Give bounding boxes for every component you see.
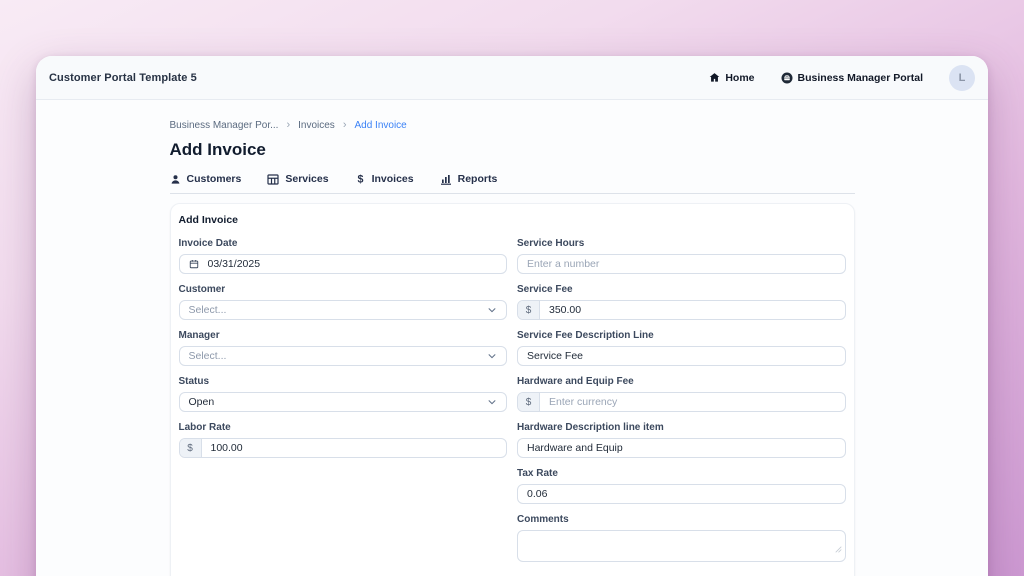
field-service-hours: Service Hours [517, 238, 846, 274]
breadcrumb: Business Manager Por... › Invoices › Add… [170, 119, 855, 131]
field-label: Service Fee Description Line [517, 330, 846, 342]
field-label: Comments [517, 514, 846, 526]
field-customer: Customer Select... [179, 284, 508, 320]
hardware-description-wrap [517, 438, 846, 458]
app-window: Customer Portal Template 5 Home Business… [36, 56, 988, 576]
tax-rate-input[interactable] [518, 485, 845, 503]
chevron-right-icon: › [286, 119, 290, 131]
chevron-down-icon [487, 305, 497, 315]
comments-textarea[interactable] [517, 530, 846, 562]
field-label: Tax Rate [517, 468, 846, 480]
breadcrumb-portal[interactable]: Business Manager Por... [170, 120, 279, 131]
hardware-fee-input[interactable] [540, 393, 845, 411]
breadcrumb-add-invoice[interactable]: Add Invoice [354, 120, 406, 131]
user-icon [170, 174, 181, 185]
customer-select-value: Select... [189, 304, 227, 316]
tab-label: Services [285, 173, 328, 185]
tab-label: Customers [187, 173, 242, 185]
form-column-right: Service Hours Service Fee $ [517, 238, 846, 572]
app-title: Customer Portal Template 5 [49, 72, 197, 84]
user-avatar[interactable]: L [949, 65, 975, 91]
chevron-down-icon [487, 351, 497, 361]
field-comments: Comments [517, 514, 846, 562]
field-status: Status Open [179, 376, 508, 412]
service-fee-input[interactable] [540, 301, 845, 319]
tax-rate-wrap [517, 484, 846, 504]
field-service-fee: Service Fee $ [517, 284, 846, 320]
field-service-fee-description: Service Fee Description Line [517, 330, 846, 366]
service-fee-description-wrap [517, 346, 846, 366]
nav-home[interactable]: Home [709, 72, 754, 84]
currency-prefix: $ [180, 439, 202, 457]
tab-label: Invoices [372, 173, 414, 185]
avatar-initial: L [959, 72, 966, 84]
tab-bar: Customers Services $ Invoices [170, 173, 855, 194]
card-title: Add Invoice [179, 214, 846, 226]
main-content: Business Manager Por... › Invoices › Add… [36, 100, 988, 576]
top-navigation: Home Business Manager Portal L [709, 65, 975, 91]
tab-invoices[interactable]: $ Invoices [355, 173, 414, 185]
field-invoice-date: Invoice Date [179, 238, 508, 274]
labor-rate-input[interactable] [202, 439, 507, 457]
customer-select[interactable]: Select... [179, 300, 508, 320]
page-title: Add Invoice [170, 140, 855, 160]
tab-customers[interactable]: Customers [170, 173, 242, 185]
field-hardware-description: Hardware Description line item [517, 422, 846, 458]
table-icon [267, 174, 279, 185]
chevron-down-icon [487, 397, 497, 407]
status-select[interactable]: Open [179, 392, 508, 412]
field-tax-rate: Tax Rate [517, 468, 846, 504]
breadcrumb-invoices[interactable]: Invoices [298, 120, 335, 131]
chevron-right-icon: › [343, 119, 347, 131]
invoice-date-input[interactable] [179, 254, 508, 274]
field-label: Manager [179, 330, 508, 342]
service-hours-input-wrap [517, 254, 846, 274]
field-label: Hardware and Equip Fee [517, 376, 846, 388]
tab-services[interactable]: Services [267, 173, 328, 185]
nav-portal-label: Business Manager Portal [798, 72, 923, 84]
hardware-description-input[interactable] [518, 439, 845, 457]
dollar-icon: $ [355, 173, 366, 185]
service-hours-input[interactable] [518, 255, 845, 273]
portal-icon [781, 72, 793, 84]
calendar-icon [189, 259, 199, 269]
nav-home-label: Home [725, 72, 754, 84]
labor-rate-input-group: $ [179, 438, 508, 458]
currency-prefix: $ [518, 393, 540, 411]
status-select-value: Open [189, 396, 215, 408]
form-column-left: Invoice Date Customer Select [179, 238, 508, 468]
hardware-fee-input-group: $ [517, 392, 846, 412]
field-label: Status [179, 376, 508, 388]
bar-chart-icon [440, 174, 452, 185]
field-label: Service Hours [517, 238, 846, 250]
nav-business-manager-portal[interactable]: Business Manager Portal [781, 72, 923, 84]
svg-text:$: $ [357, 173, 363, 185]
currency-prefix: $ [518, 301, 540, 319]
manager-select[interactable]: Select... [179, 346, 508, 366]
service-fee-description-input[interactable] [518, 347, 845, 365]
add-invoice-card: Add Invoice Invoice Date [170, 203, 855, 576]
tab-label: Reports [458, 173, 498, 185]
tab-reports[interactable]: Reports [440, 173, 498, 185]
field-label: Service Fee [517, 284, 846, 296]
invoice-date-value[interactable] [199, 255, 507, 273]
app-bar: Customer Portal Template 5 Home Business… [36, 56, 988, 100]
field-labor-rate: Labor Rate $ [179, 422, 508, 458]
field-label: Hardware Description line item [517, 422, 846, 434]
service-fee-input-group: $ [517, 300, 846, 320]
home-icon [709, 72, 720, 83]
field-label: Labor Rate [179, 422, 508, 434]
field-label: Invoice Date [179, 238, 508, 250]
field-manager: Manager Select... [179, 330, 508, 366]
field-hardware-fee: Hardware and Equip Fee $ [517, 376, 846, 412]
manager-select-value: Select... [189, 350, 227, 362]
field-label: Customer [179, 284, 508, 296]
